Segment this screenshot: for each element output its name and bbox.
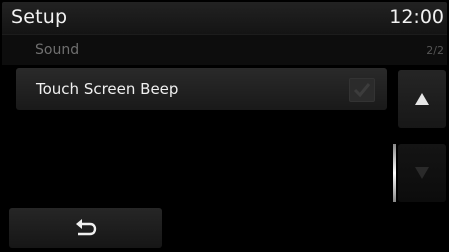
checkmark-icon — [353, 83, 371, 98]
screen: Setup 12:00 Sound 2/2 Touch Screen Beep — [2, 2, 447, 250]
page-indicator: 2/2 — [426, 44, 444, 57]
section-header: Sound 2/2 — [2, 34, 447, 65]
scroll-up-button[interactable] — [398, 70, 446, 128]
list-item-touch-screen-beep[interactable]: Touch Screen Beep — [16, 68, 387, 110]
clock: 12:00 — [389, 6, 444, 28]
page-title: Setup — [11, 6, 68, 28]
triangle-down-icon — [415, 167, 429, 179]
section-title: Sound — [35, 42, 80, 58]
touch-screen-beep-checkbox[interactable] — [349, 78, 375, 102]
title-bar: Setup 12:00 — [2, 2, 447, 34]
scroll-indicator — [393, 144, 396, 202]
back-arrow-icon — [76, 219, 97, 236]
back-button[interactable] — [9, 208, 162, 248]
list-item-label: Touch Screen Beep — [36, 80, 179, 98]
triangle-up-icon — [415, 93, 429, 105]
scroll-down-button[interactable] — [398, 144, 446, 202]
